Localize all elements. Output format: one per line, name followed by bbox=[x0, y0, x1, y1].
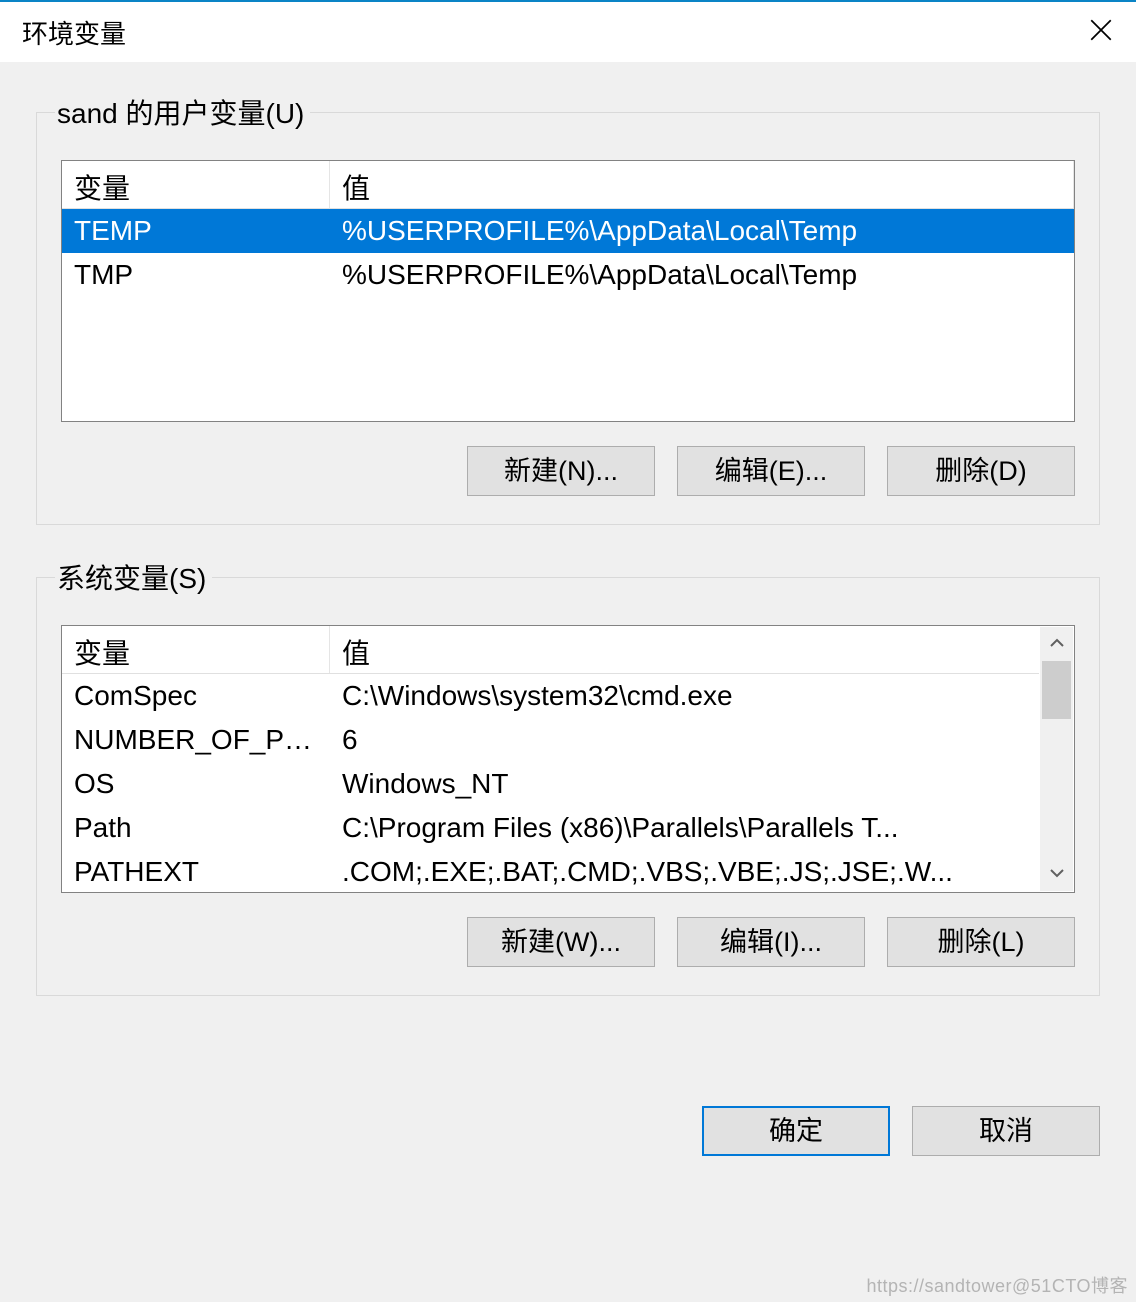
system-variables-list[interactable]: 变量 值 ComSpec C:\Windows\system32\cmd.exe… bbox=[61, 625, 1075, 893]
table-row[interactable]: ComSpec C:\Windows\system32\cmd.exe bbox=[62, 674, 1040, 718]
user-buttons-row: 新建(N)... 编辑(E)... 删除(D) bbox=[61, 446, 1075, 496]
system-buttons-row: 新建(W)... 编辑(I)... 删除(L) bbox=[61, 917, 1075, 967]
table-row[interactable]: PATHEXT .COM;.EXE;.BAT;.CMD;.VBS;.VBE;.J… bbox=[62, 850, 1040, 894]
close-icon bbox=[1088, 17, 1114, 48]
user-new-button[interactable]: 新建(N)... bbox=[467, 446, 655, 496]
dialog-buttons-row: 确定 取消 bbox=[0, 1106, 1136, 1156]
column-header-variable[interactable]: 变量 bbox=[62, 626, 330, 673]
cell-variable: ComSpec bbox=[62, 680, 330, 712]
window-title: 环境变量 bbox=[22, 14, 126, 51]
list-body: ComSpec C:\Windows\system32\cmd.exe NUMB… bbox=[62, 674, 1040, 894]
watermark-text: https://sandtower@51CTO博客 bbox=[866, 1272, 1128, 1298]
cell-variable: NUMBER_OF_PRO... bbox=[62, 724, 330, 756]
user-edit-button[interactable]: 编辑(E)... bbox=[677, 446, 865, 496]
cell-value: C:\Windows\system32\cmd.exe bbox=[330, 680, 1040, 712]
close-button[interactable] bbox=[1066, 2, 1136, 62]
list-header: 变量 值 bbox=[62, 161, 1074, 209]
table-row[interactable]: Path C:\Program Files (x86)\Parallels\Pa… bbox=[62, 806, 1040, 850]
table-row[interactable]: NUMBER_OF_PRO... 6 bbox=[62, 718, 1040, 762]
cancel-button[interactable]: 取消 bbox=[912, 1106, 1100, 1156]
scrollbar-vertical[interactable] bbox=[1039, 627, 1073, 891]
list-body: TEMP %USERPROFILE%\AppData\Local\Temp TM… bbox=[62, 209, 1074, 297]
list-header: 变量 值 bbox=[62, 626, 1040, 674]
cell-value: C:\Program Files (x86)\Parallels\Paralle… bbox=[330, 812, 1040, 844]
system-edit-button[interactable]: 编辑(I)... bbox=[677, 917, 865, 967]
cell-value: 6 bbox=[330, 724, 1040, 756]
column-header-value[interactable]: 值 bbox=[330, 626, 1040, 673]
scrollbar-track[interactable] bbox=[1040, 661, 1073, 857]
user-variables-legend: sand 的用户变量(U) bbox=[55, 92, 310, 132]
cell-variable: TMP bbox=[62, 259, 330, 291]
system-variables-group: 系统变量(S) 变量 值 ComSpec C:\Windows\system32… bbox=[36, 557, 1100, 996]
system-delete-button[interactable]: 删除(L) bbox=[887, 917, 1075, 967]
scroll-down-button[interactable] bbox=[1040, 857, 1073, 891]
table-row[interactable]: TMP %USERPROFILE%\AppData\Local\Temp bbox=[62, 253, 1074, 297]
cell-variable: TEMP bbox=[62, 215, 330, 247]
cell-variable: Path bbox=[62, 812, 330, 844]
ok-button[interactable]: 确定 bbox=[702, 1106, 890, 1156]
scrollbar-thumb[interactable] bbox=[1042, 661, 1071, 719]
titlebar: 环境变量 bbox=[0, 2, 1136, 62]
column-header-value[interactable]: 值 bbox=[330, 161, 1074, 208]
system-variables-legend: 系统变量(S) bbox=[55, 557, 212, 597]
cell-value: %USERPROFILE%\AppData\Local\Temp bbox=[330, 259, 1074, 291]
chevron-down-icon bbox=[1049, 865, 1065, 883]
scroll-up-button[interactable] bbox=[1040, 627, 1073, 661]
cell-variable: PATHEXT bbox=[62, 856, 330, 888]
client-area: sand 的用户变量(U) 变量 值 TEMP %USERPROFILE%\Ap… bbox=[0, 62, 1136, 1052]
user-delete-button[interactable]: 删除(D) bbox=[887, 446, 1075, 496]
chevron-up-icon bbox=[1049, 635, 1065, 653]
cell-value: .COM;.EXE;.BAT;.CMD;.VBS;.VBE;.JS;.JSE;.… bbox=[330, 856, 1040, 888]
column-header-variable[interactable]: 变量 bbox=[62, 161, 330, 208]
table-row[interactable]: TEMP %USERPROFILE%\AppData\Local\Temp bbox=[62, 209, 1074, 253]
cell-value: Windows_NT bbox=[330, 768, 1040, 800]
environment-variables-dialog: 环境变量 sand 的用户变量(U) 变量 值 TEMP %USERPROFIL… bbox=[0, 0, 1136, 1302]
user-variables-list[interactable]: 变量 值 TEMP %USERPROFILE%\AppData\Local\Te… bbox=[61, 160, 1075, 422]
cell-variable: OS bbox=[62, 768, 330, 800]
system-new-button[interactable]: 新建(W)... bbox=[467, 917, 655, 967]
cell-value: %USERPROFILE%\AppData\Local\Temp bbox=[330, 215, 1074, 247]
user-variables-group: sand 的用户变量(U) 变量 值 TEMP %USERPROFILE%\Ap… bbox=[36, 92, 1100, 525]
table-row[interactable]: OS Windows_NT bbox=[62, 762, 1040, 806]
